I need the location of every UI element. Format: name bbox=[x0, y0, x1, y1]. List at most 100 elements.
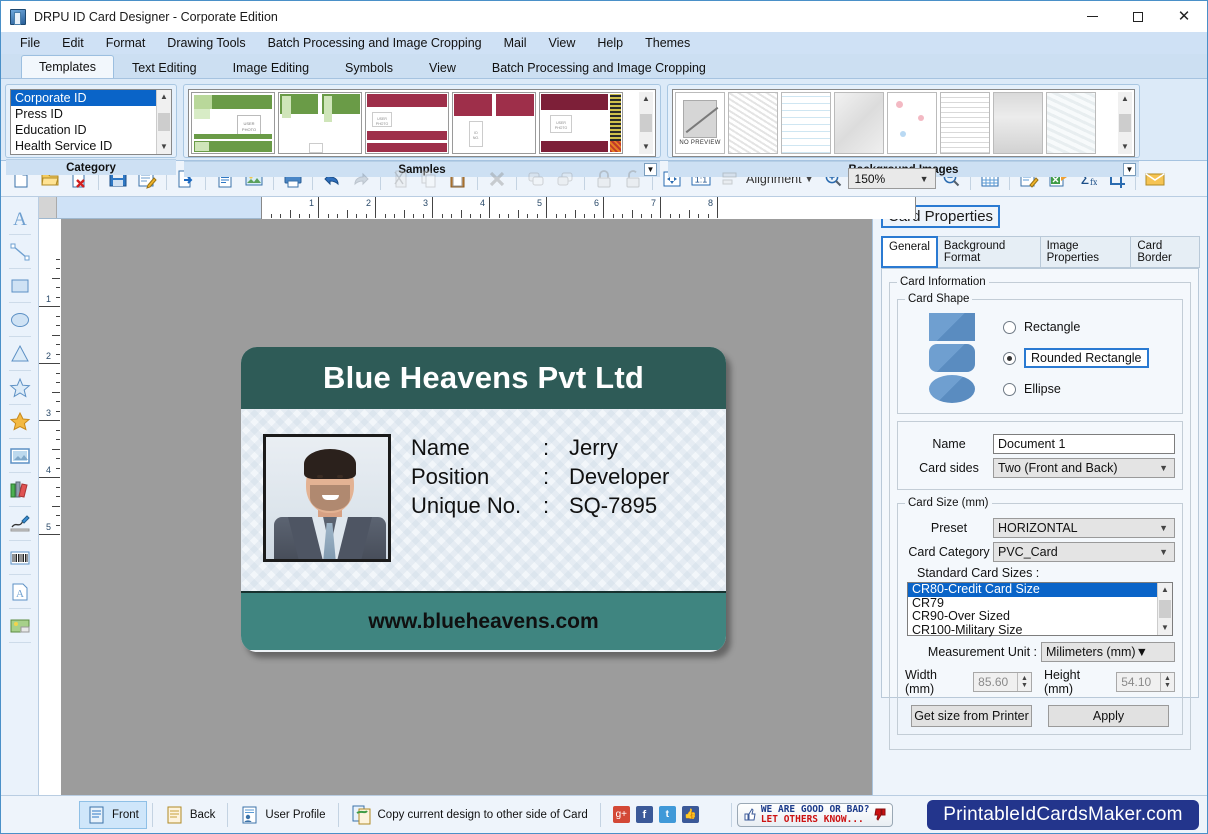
menu-batch-processing[interactable]: Batch Processing and Image Cropping bbox=[257, 34, 493, 52]
scrollbar-thumb[interactable] bbox=[1119, 114, 1131, 132]
back-side-button[interactable]: Back bbox=[158, 802, 223, 828]
user-profile-button[interactable]: User Profile bbox=[233, 802, 332, 828]
card-field-row[interactable]: Position : Developer bbox=[411, 464, 669, 490]
chevron-down-icon[interactable]: ▼ bbox=[1021, 682, 1028, 689]
background-thumb[interactable] bbox=[834, 92, 884, 154]
tab-card-border[interactable]: Card Border bbox=[1130, 236, 1200, 268]
background-expander-icon[interactable]: ▼ bbox=[1123, 163, 1136, 176]
width-spinner[interactable]: 85.60 ▲ ▼ bbox=[973, 672, 1032, 692]
radio-rounded-rectangle[interactable] bbox=[1003, 351, 1016, 365]
preset-select[interactable]: HORIZONTAL ▼ bbox=[993, 518, 1175, 538]
card-field-row[interactable]: Unique No. : SQ-7895 bbox=[411, 493, 669, 519]
chevron-down-icon[interactable]: ▼ bbox=[920, 174, 929, 184]
front-side-button[interactable]: Front bbox=[79, 800, 147, 829]
sample-thumbnail[interactable]: USER PHOTO bbox=[191, 92, 275, 154]
text-tool-icon[interactable]: A bbox=[4, 201, 36, 235]
send-to-back-icon[interactable] bbox=[551, 165, 579, 193]
close-button[interactable]: ✕ bbox=[1161, 1, 1207, 32]
cut-icon[interactable] bbox=[386, 165, 414, 193]
chevron-down-icon[interactable]: ▼ bbox=[1158, 621, 1172, 635]
menu-format[interactable]: Format bbox=[95, 34, 157, 52]
spinner-arrows[interactable]: ▲ ▼ bbox=[1016, 673, 1031, 691]
watermark-tool-icon[interactable]: A bbox=[4, 575, 36, 609]
chevron-down-icon[interactable]: ▼ bbox=[1159, 463, 1168, 473]
category-item-health-service-id[interactable]: Health Service ID bbox=[11, 138, 156, 154]
category-scrollbar[interactable]: ▲ ▼ bbox=[156, 90, 171, 154]
category-item-press-id[interactable]: Press ID bbox=[11, 106, 156, 122]
tab-batch-processing[interactable]: Batch Processing and Image Cropping bbox=[474, 57, 724, 78]
background-images-strip[interactable]: NO PREVIEW ▲ ▼ bbox=[672, 89, 1135, 157]
ellipse-tool-icon[interactable] bbox=[4, 303, 36, 337]
get-size-from-printer-button[interactable]: Get size from Printer bbox=[911, 705, 1032, 727]
chevron-down-icon[interactable]: ▼ bbox=[1136, 645, 1148, 659]
background-tool-icon[interactable] bbox=[4, 609, 36, 643]
chevron-down-icon[interactable]: ▼ bbox=[1164, 682, 1171, 689]
lock-icon[interactable] bbox=[590, 165, 618, 193]
copy-icon[interactable] bbox=[415, 165, 443, 193]
tab-view[interactable]: View bbox=[411, 57, 474, 78]
chevron-down-icon[interactable]: ▼ bbox=[1118, 140, 1132, 154]
menu-view[interactable]: View bbox=[538, 34, 587, 52]
tab-text-editing[interactable]: Text Editing bbox=[114, 57, 215, 78]
menu-file[interactable]: File bbox=[9, 34, 51, 52]
spinner-arrows[interactable]: ▲ ▼ bbox=[1159, 673, 1174, 691]
sample-thumbnail[interactable] bbox=[278, 92, 362, 154]
size-item-cr100[interactable]: CR100-Military Size bbox=[908, 623, 1157, 638]
line-tool-icon[interactable] bbox=[4, 235, 36, 269]
facebook-icon[interactable]: f bbox=[635, 806, 653, 823]
background-thumb[interactable] bbox=[940, 92, 990, 154]
minimize-button[interactable] bbox=[1069, 1, 1115, 32]
apply-button[interactable]: Apply bbox=[1048, 705, 1169, 727]
tab-symbols[interactable]: Symbols bbox=[327, 57, 411, 78]
tab-background-format[interactable]: Background Format bbox=[936, 236, 1041, 268]
thumbs-up-icon[interactable]: 👍 bbox=[681, 806, 699, 823]
chevron-down-icon[interactable]: ▼ bbox=[639, 140, 653, 154]
delete-object-icon[interactable] bbox=[483, 165, 511, 193]
chevron-up-icon[interactable]: ▲ bbox=[1164, 675, 1171, 682]
chevron-down-icon[interactable]: ▼ bbox=[1159, 547, 1168, 557]
background-thumb-no-preview[interactable]: NO PREVIEW bbox=[675, 92, 725, 154]
shape-option-rounded-rectangle[interactable]: Rounded Rectangle bbox=[905, 344, 1175, 372]
height-spinner[interactable]: 54.10 ▲ ▼ bbox=[1116, 672, 1175, 692]
twitter-icon[interactable]: t bbox=[658, 806, 676, 823]
menu-help[interactable]: Help bbox=[586, 34, 634, 52]
copy-design-button[interactable]: Copy current design to other side of Car… bbox=[344, 801, 595, 829]
tab-templates[interactable]: Templates bbox=[21, 55, 114, 78]
picture-tool-icon[interactable] bbox=[4, 439, 36, 473]
menu-mail[interactable]: Mail bbox=[493, 34, 538, 52]
card-header[interactable]: Blue Heavens Pvt Ltd bbox=[241, 347, 726, 409]
measurement-unit-select[interactable]: Milimeters (mm) ▼ bbox=[1041, 642, 1175, 662]
scrollbar-thumb[interactable] bbox=[640, 114, 652, 132]
shape-option-rectangle[interactable]: Rectangle bbox=[905, 313, 1175, 341]
maximize-button[interactable] bbox=[1115, 1, 1161, 32]
scrollbar-thumb[interactable] bbox=[1159, 600, 1171, 618]
redo-icon[interactable] bbox=[347, 165, 375, 193]
background-thumb[interactable] bbox=[728, 92, 778, 154]
scrollbar-thumb[interactable] bbox=[158, 113, 170, 131]
background-scrollbar[interactable]: ▲ ▼ bbox=[1118, 92, 1132, 154]
background-thumb[interactable] bbox=[993, 92, 1043, 154]
chevron-up-icon[interactable]: ▲ bbox=[1118, 92, 1132, 106]
category-item-corporate-id[interactable]: Corporate ID bbox=[11, 90, 156, 106]
star-tool-icon[interactable] bbox=[4, 371, 36, 405]
menu-themes[interactable]: Themes bbox=[634, 34, 701, 52]
triangle-tool-icon[interactable] bbox=[4, 337, 36, 371]
chevron-down-icon[interactable]: ▼ bbox=[1159, 523, 1168, 533]
samples-strip[interactable]: USER PHOTO USER PHOTO ID NO. USER PHOTO … bbox=[188, 89, 656, 157]
unlock-icon[interactable] bbox=[619, 165, 647, 193]
samples-scrollbar[interactable]: ▲ ▼ bbox=[639, 92, 653, 154]
background-thumb[interactable] bbox=[1046, 92, 1096, 154]
symbol-tool-icon[interactable] bbox=[4, 405, 36, 439]
shape-option-ellipse[interactable]: Ellipse bbox=[905, 375, 1175, 403]
library-tool-icon[interactable] bbox=[4, 473, 36, 507]
chevron-down-icon[interactable]: ▼ bbox=[157, 140, 171, 154]
radio-rectangle[interactable] bbox=[1003, 320, 1016, 334]
tab-image-editing[interactable]: Image Editing bbox=[215, 57, 327, 78]
menu-drawing-tools[interactable]: Drawing Tools bbox=[156, 34, 256, 52]
card-sides-select[interactable]: Two (Front and Back) ▼ bbox=[993, 458, 1175, 478]
chevron-up-icon[interactable]: ▲ bbox=[639, 92, 653, 106]
design-canvas[interactable]: Blue Heavens Pvt Ltd Name: Jerry Positi… bbox=[61, 219, 872, 795]
size-item-cr80[interactable]: CR80-Credit Card Size bbox=[908, 582, 1157, 597]
chevron-up-icon[interactable]: ▲ bbox=[1021, 675, 1028, 682]
employee-photo[interactable] bbox=[263, 434, 391, 562]
